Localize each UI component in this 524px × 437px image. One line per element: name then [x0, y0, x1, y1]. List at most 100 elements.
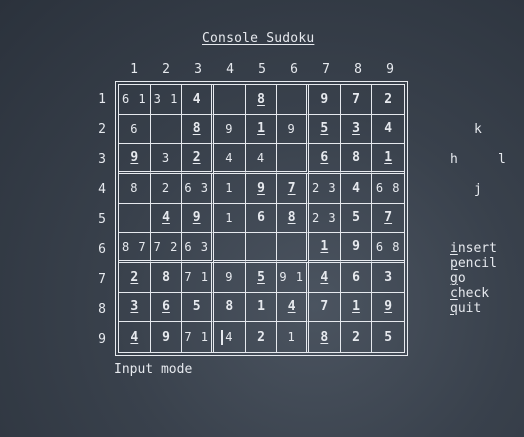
sudoku-cell[interactable]: 5: [308, 114, 341, 145]
menu-item-go[interactable]: go: [450, 271, 497, 286]
pencil-marks: 4: [225, 150, 234, 165]
sudoku-cell[interactable]: 5: [340, 203, 373, 234]
sudoku-cell[interactable]: 6 3: [182, 173, 214, 204]
sudoku-cell[interactable]: 4: [340, 173, 373, 204]
sudoku-cell[interactable]: [277, 85, 309, 115]
sudoku-cell[interactable]: 8: [245, 85, 278, 115]
sudoku-cell[interactable]: 8 7: [119, 233, 151, 263]
menu-shortcut-key: c: [450, 286, 458, 301]
column-label: 8: [354, 62, 362, 77]
sudoku-cell[interactable]: 4: [308, 262, 341, 293]
sudoku-cell[interactable]: 8: [277, 203, 309, 234]
sudoku-cell[interactable]: 4: [372, 115, 404, 145]
sudoku-cell[interactable]: 7: [340, 85, 373, 115]
sudoku-cell[interactable]: 8: [213, 292, 246, 323]
sudoku-cell[interactable]: 1: [245, 292, 278, 323]
sudoku-cell[interactable]: 3: [150, 144, 183, 174]
sudoku-cell[interactable]: [119, 203, 151, 234]
sudoku-cell[interactable]: 6: [150, 292, 183, 323]
sudoku-cell[interactable]: 3: [372, 263, 404, 293]
sudoku-cell[interactable]: 5: [372, 322, 404, 352]
sudoku-cell[interactable]: [245, 233, 278, 263]
sudoku-board[interactable]: 6 13 1489726891953493244681826 31972 346…: [115, 81, 408, 356]
column-label: 6: [290, 62, 298, 77]
sudoku-cell[interactable]: [277, 233, 309, 263]
sudoku-cell[interactable]: 7 2: [150, 233, 183, 263]
sudoku-cell[interactable]: [213, 233, 246, 263]
sudoku-cell[interactable]: 8: [182, 114, 214, 145]
sudoku-cell[interactable]: 3 1: [150, 85, 183, 115]
sudoku-cell[interactable]: 2: [150, 173, 183, 204]
sudoku-cell[interactable]: 1: [213, 203, 246, 234]
sudoku-cell[interactable]: 6 8: [372, 233, 404, 263]
menu-item-label: uit: [457, 301, 482, 316]
sudoku-cell[interactable]: 6: [119, 114, 151, 145]
sudoku-cell[interactable]: 5: [182, 292, 214, 323]
sudoku-cell[interactable]: 6 8: [372, 174, 404, 204]
sudoku-cell[interactable]: 7 1: [182, 322, 214, 352]
sudoku-cell[interactable]: [277, 144, 309, 174]
sudoku-cell[interactable]: 9: [119, 144, 151, 174]
cell-value: 5: [320, 121, 329, 137]
sudoku-cell[interactable]: 4: [214, 322, 246, 352]
sudoku-cell[interactable]: 1: [340, 292, 373, 323]
sudoku-cell[interactable]: 8: [309, 322, 341, 352]
sudoku-cell[interactable]: 4: [182, 85, 214, 115]
row-label: 1: [98, 92, 106, 107]
sudoku-cell[interactable]: 4: [150, 203, 183, 234]
sudoku-cell[interactable]: 6: [245, 203, 278, 234]
sudoku-cell[interactable]: 4: [213, 144, 246, 174]
sudoku-cell[interactable]: 9: [277, 114, 309, 145]
sudoku-cell[interactable]: 9: [372, 293, 404, 323]
cell-value: 4: [162, 210, 170, 226]
row-label: 6: [98, 242, 106, 257]
menu-item-label: nsert: [457, 241, 497, 256]
sudoku-cell[interactable]: 2: [341, 322, 373, 352]
row-label: 7: [98, 272, 106, 287]
sudoku-cell[interactable]: 7 1: [182, 262, 214, 293]
sudoku-cell[interactable]: 7: [277, 173, 309, 204]
menu-item-pencil[interactable]: pencil: [450, 256, 497, 271]
sudoku-cell[interactable]: 6: [340, 262, 373, 293]
sudoku-cell[interactable]: 8: [340, 144, 373, 174]
sudoku-cell[interactable]: 5: [245, 262, 278, 293]
sudoku-cell[interactable]: 9 1: [277, 262, 309, 293]
sudoku-cell[interactable]: 9: [245, 173, 278, 204]
menu-item-check[interactable]: check: [450, 286, 497, 301]
sudoku-cell[interactable]: 8: [150, 262, 183, 293]
sudoku-cell[interactable]: 2: [182, 144, 214, 174]
sudoku-cell[interactable]: 6: [308, 144, 341, 174]
sudoku-cell[interactable]: [213, 85, 246, 115]
sudoku-cell[interactable]: 8: [119, 173, 151, 204]
menu-item-insert[interactable]: insert: [450, 241, 497, 256]
sudoku-cell[interactable]: 1: [308, 233, 341, 263]
sudoku-cell[interactable]: [150, 114, 183, 145]
sudoku-cell[interactable]: 1: [245, 114, 278, 145]
sudoku-cell[interactable]: 9: [213, 262, 246, 293]
sudoku-cell[interactable]: 9: [340, 233, 373, 263]
sudoku-cell[interactable]: 4: [245, 144, 278, 174]
sudoku-cell[interactable]: 2 3: [308, 203, 341, 234]
pencil-marks: 1: [225, 181, 234, 196]
sudoku-cell[interactable]: 9: [182, 203, 214, 234]
sudoku-cell[interactable]: 1: [213, 173, 246, 204]
sudoku-cell[interactable]: 9: [308, 85, 341, 115]
cell-value: 2: [130, 269, 139, 285]
sudoku-cell[interactable]: 4: [119, 322, 151, 352]
sudoku-cell[interactable]: 9: [213, 114, 246, 145]
sudoku-cell[interactable]: 3: [340, 114, 373, 145]
sudoku-cell[interactable]: 6 3: [182, 233, 214, 263]
sudoku-cell[interactable]: 1: [277, 322, 309, 352]
sudoku-cell[interactable]: 4: [277, 292, 309, 323]
sudoku-cell[interactable]: 2 3: [308, 173, 341, 204]
sudoku-cell[interactable]: 1: [372, 144, 404, 174]
sudoku-cell[interactable]: 2: [119, 262, 151, 293]
sudoku-cell[interactable]: 7: [372, 204, 404, 234]
menu-item-quit[interactable]: quit: [450, 301, 497, 316]
sudoku-cell[interactable]: 2: [372, 85, 404, 115]
sudoku-cell[interactable]: 9: [151, 322, 183, 352]
sudoku-cell[interactable]: 2: [246, 322, 278, 352]
sudoku-cell[interactable]: 7: [308, 292, 341, 323]
sudoku-cell[interactable]: 6 1: [119, 85, 151, 115]
sudoku-cell[interactable]: 3: [119, 292, 151, 323]
